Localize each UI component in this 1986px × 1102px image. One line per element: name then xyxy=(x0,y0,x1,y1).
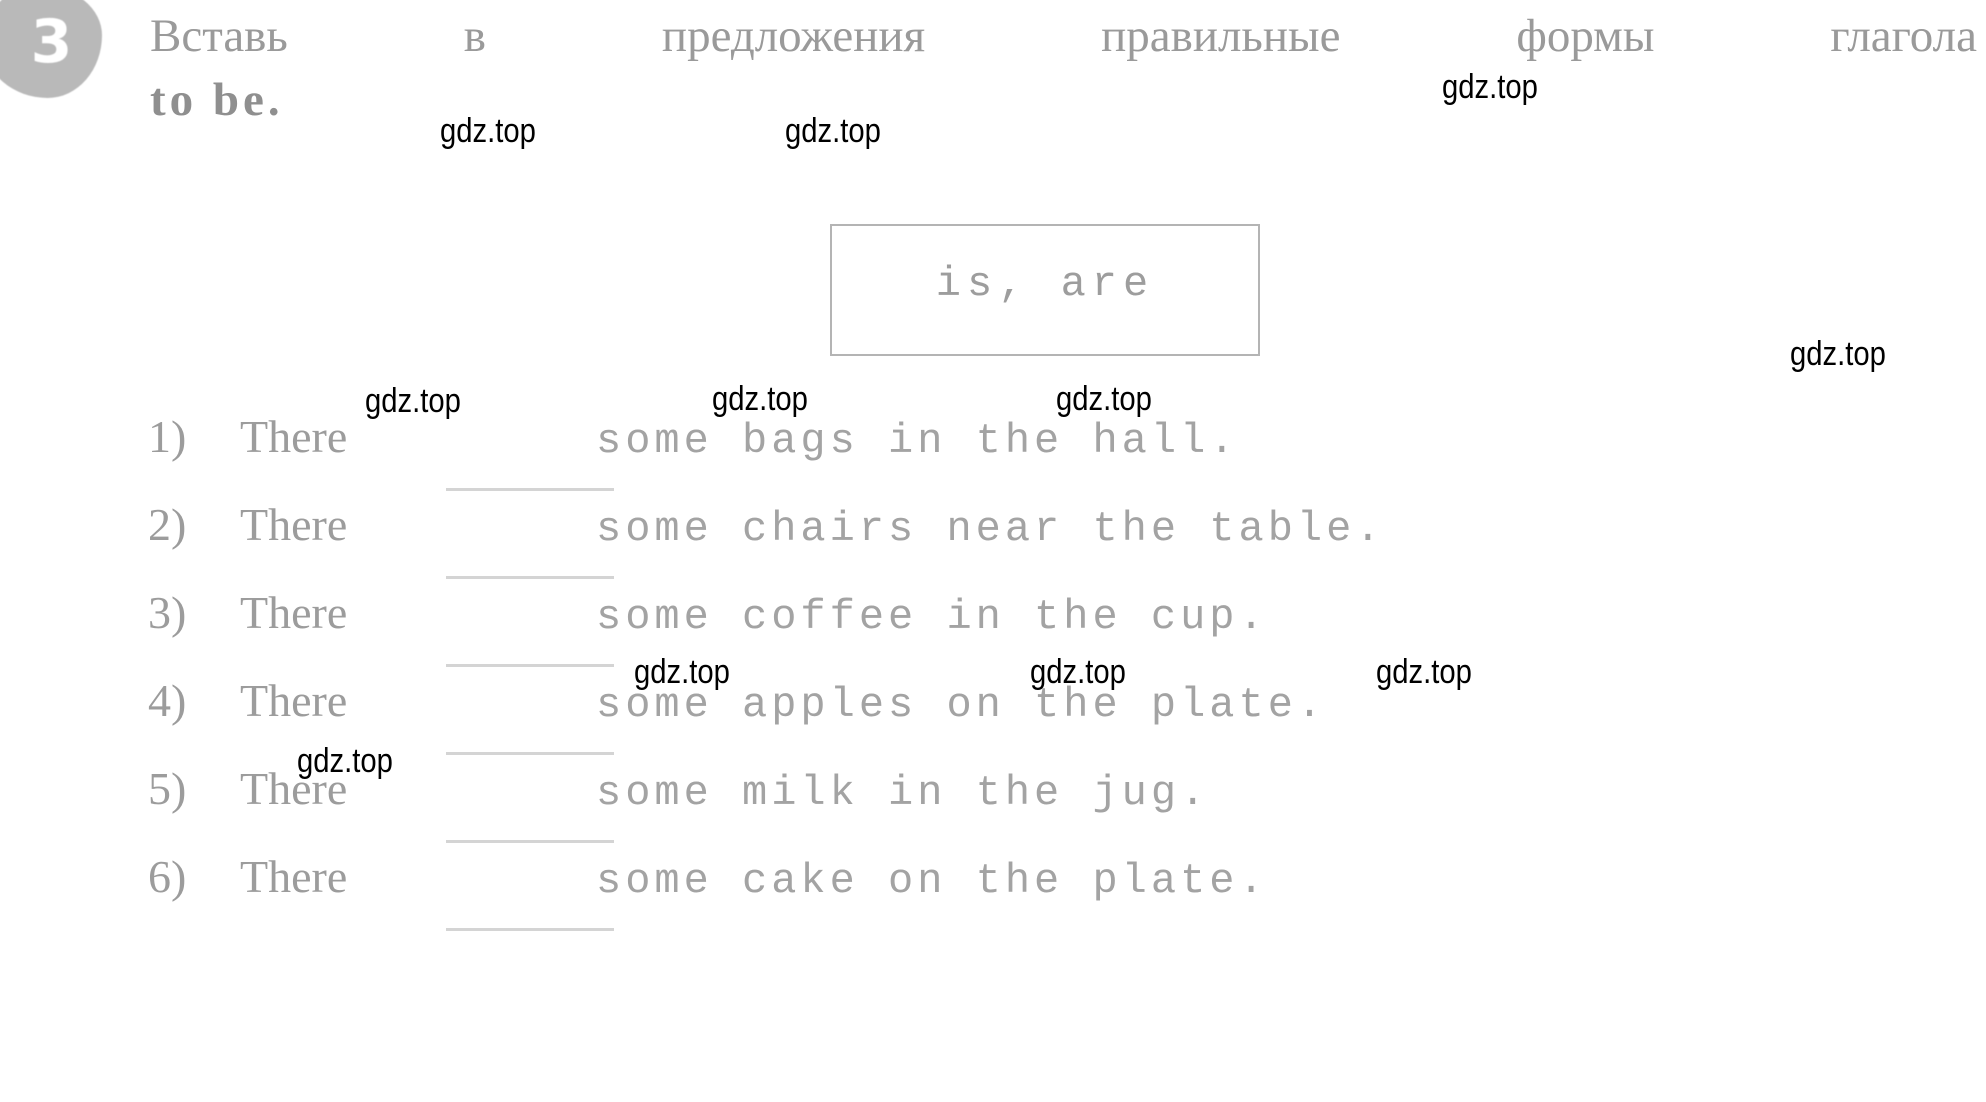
instruction-text: Вставь в предложения правильные формы гл… xyxy=(150,6,1977,130)
instruction-word: глагола xyxy=(1830,10,1977,62)
sentence-subject: There xyxy=(240,499,348,550)
sentence-number: 4) xyxy=(148,675,187,726)
sentence-row: 2) There some chairs near the table. xyxy=(148,498,1648,586)
watermark: gdz.top xyxy=(712,380,808,418)
sentence-subject: There xyxy=(240,851,348,902)
sentence-tail: some coffee in the cup. xyxy=(596,593,1268,641)
sentence-subject: There xyxy=(240,675,348,726)
sentence-number: 3) xyxy=(148,587,187,638)
blank-rule xyxy=(446,664,614,667)
instruction-line-1: Вставь в предложения правильные формы гл… xyxy=(150,6,1977,66)
instruction-word: в xyxy=(463,10,486,62)
worksheet-page: 3 Вставь в предложения правильные формы … xyxy=(0,0,1986,1102)
sentence-row: 6) There some cake on the plate. xyxy=(148,850,1648,938)
sentence-number: 6) xyxy=(148,851,187,902)
watermark: gdz.top xyxy=(1030,653,1126,691)
sentence-tail: some milk in the jug. xyxy=(596,769,1210,817)
blank-rule xyxy=(446,488,614,491)
sentence-row: 1) There some bags in the hall. xyxy=(148,410,1648,498)
blank-rule xyxy=(446,840,614,843)
instruction-word: Вставь xyxy=(150,10,288,62)
blank-rule xyxy=(446,576,614,579)
instruction-word: формы xyxy=(1516,10,1655,62)
watermark: gdz.top xyxy=(365,382,461,420)
word-bank-box: is, are xyxy=(830,224,1260,356)
sentence-number: 1) xyxy=(148,411,187,462)
watermark: gdz.top xyxy=(1056,380,1152,418)
sentence-tail: some bags in the hall. xyxy=(596,417,1239,465)
blank-rule xyxy=(446,752,614,755)
sentence-subject: There xyxy=(240,587,348,638)
sentence-tail: some chairs near the table. xyxy=(596,505,1385,553)
sentence-number: 2) xyxy=(148,499,187,550)
watermark: gdz.top xyxy=(785,112,881,150)
instruction-word: правильные xyxy=(1101,10,1341,62)
blank-rule xyxy=(446,928,614,931)
watermark: gdz.top xyxy=(634,653,730,691)
watermark: gdz.top xyxy=(1790,335,1886,373)
watermark: gdz.top xyxy=(297,742,393,780)
instruction-word: предложения xyxy=(661,10,926,62)
watermark: gdz.top xyxy=(1376,653,1472,691)
sentence-tail: some cake on the plate. xyxy=(596,857,1268,905)
exercise-number-badge: 3 xyxy=(0,0,102,98)
instruction-line-2: to be. xyxy=(150,74,284,126)
sentence-number: 5) xyxy=(148,763,187,814)
word-bank-text: is, are xyxy=(935,260,1155,308)
watermark: gdz.top xyxy=(440,112,536,150)
watermark: gdz.top xyxy=(1442,68,1538,106)
